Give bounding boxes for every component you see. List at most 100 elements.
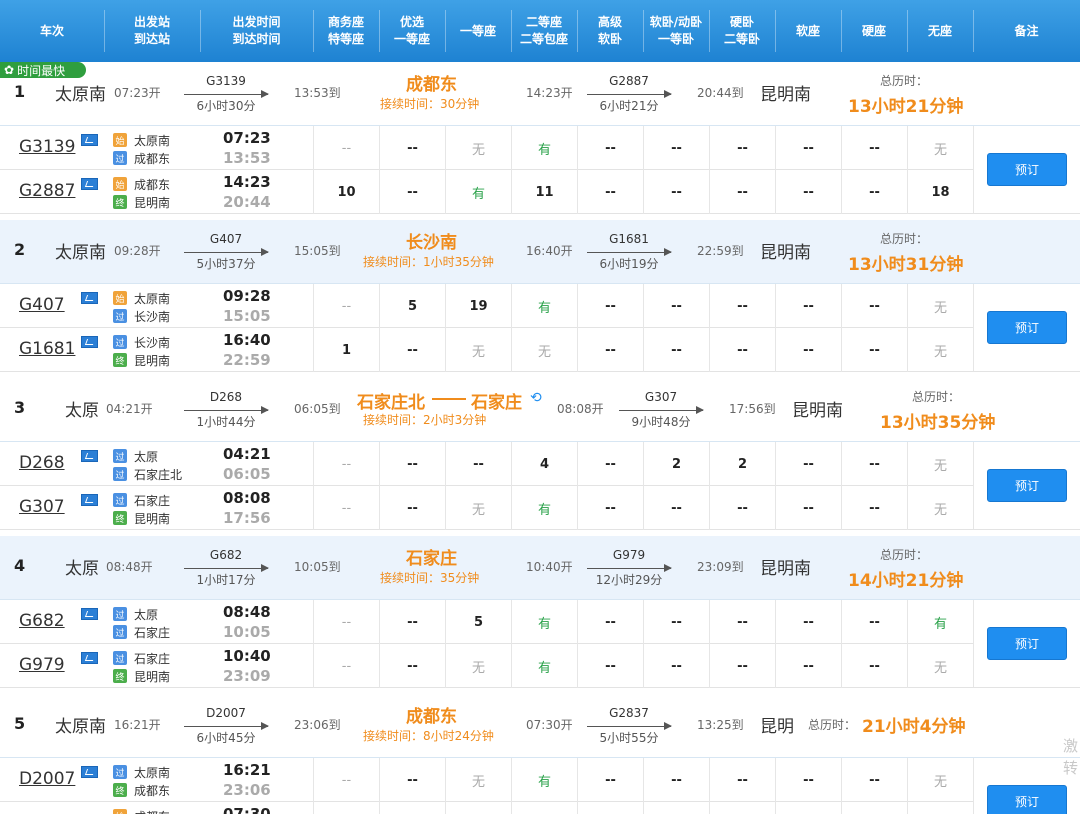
to-station: 昆明南 — [760, 85, 811, 105]
seat-availability: -- — [775, 284, 841, 328]
header-col-4: 优选 一等座 — [379, 0, 445, 62]
seat-availability: -- — [841, 644, 907, 688]
header-col-7: 高级 软卧 — [577, 0, 643, 62]
total-label: 总历时： — [880, 548, 929, 562]
header-col-5: 一等座 — [445, 0, 511, 62]
train-info-icon[interactable] — [81, 652, 98, 664]
arrive-time: 13:53 — [223, 149, 271, 167]
train-info-icon[interactable] — [81, 134, 98, 146]
leg2-train-code: G979 — [612, 548, 646, 562]
seat-availability: -- — [643, 758, 709, 802]
seat-availability: 5 — [445, 600, 511, 644]
book-button[interactable]: 预订 — [987, 311, 1067, 344]
train-row: G307 过石家庄终昆明南 08:08 17:56 -- -- 无有 -- -- -- -- -- 无 — [0, 486, 973, 530]
book-button[interactable]: 预订 — [987, 469, 1067, 502]
train-info-icon[interactable] — [81, 450, 98, 462]
transfer-station: 长沙南 — [406, 233, 457, 253]
train-number-link[interactable]: G3139 — [19, 137, 75, 157]
train-row: G1681 过长沙南终昆明南 16:40 22:59 1 -- 无无 -- -- -- -- -- 无 — [0, 328, 973, 372]
transfer-wait: 接续时间：35分钟 — [380, 569, 479, 586]
seat-availability: 1 — [313, 328, 379, 372]
leg1-duration: 1小时17分 — [196, 573, 256, 587]
seat-availability — [577, 802, 643, 814]
train-info-icon[interactable] — [81, 494, 98, 506]
train-number-link[interactable]: G307 — [19, 497, 65, 517]
train-number-link[interactable]: G682 — [19, 611, 65, 631]
train-number-link[interactable]: G979 — [19, 655, 65, 675]
leg2-arrow: G1681 6小时19分 — [587, 232, 672, 276]
arrow-line — [587, 726, 671, 727]
train-number-link[interactable]: D268 — [19, 453, 65, 473]
seat-availability: -- — [379, 644, 445, 688]
from-station-name: 成都东 — [134, 178, 171, 192]
book-button[interactable]: 预订 — [987, 785, 1067, 814]
fastest-badge: ✿ 时间最快 — [0, 62, 86, 78]
depart-time: 08:08 — [223, 489, 271, 507]
seat-availability: -- — [445, 442, 511, 486]
switch-station-icon: ⟲ — [530, 390, 542, 406]
arrow-line — [184, 410, 268, 411]
leg2-duration: 12小时29分 — [595, 573, 663, 587]
leg2-arrive: 22:59到 — [697, 244, 744, 258]
train-number-link[interactable]: G2887 — [19, 181, 75, 201]
book-button[interactable]: 预订 — [987, 627, 1067, 660]
seat-availability: -- — [709, 126, 775, 170]
seat-availability: 有 — [511, 126, 577, 170]
from-station: 太原南 — [55, 717, 106, 737]
station-tag-icon: 过 — [113, 467, 127, 481]
book-cell: 预订 — [973, 284, 1080, 372]
seat-availability: 10 — [313, 170, 379, 214]
train-info-icon[interactable] — [81, 766, 98, 778]
header-label: 车次 — [39, 23, 64, 38]
seat-availability: 有 — [511, 284, 577, 328]
train-info-icon[interactable] — [81, 336, 98, 348]
leg1-duration: 6小时30分 — [196, 99, 256, 113]
header-sublabel: 二等包座 — [519, 32, 568, 46]
header-label: 一等座 — [459, 23, 496, 38]
leg2-arrow: G979 12小时29分 — [587, 548, 672, 592]
leg2-arrive: 13:25到 — [697, 718, 744, 732]
transfer-station-2: 石家庄 — [471, 393, 522, 413]
transfer-wait-value: 8小时24分钟 — [423, 729, 494, 743]
arrow-line — [587, 568, 671, 569]
arrow-line — [184, 568, 268, 569]
transfer-wait: 接续时间：8小时24分钟 — [363, 727, 494, 744]
header-divider — [973, 10, 974, 52]
train-info-icon[interactable] — [81, 608, 98, 620]
seat-availability: 19 — [445, 284, 511, 328]
total-duration: 21小时4分钟 — [862, 717, 966, 737]
seat-availability: 无 — [907, 328, 973, 372]
seat-availability: -- — [709, 644, 775, 688]
header-label: 出发站 — [133, 15, 170, 29]
transfer-wait-label: 接续时间： — [363, 413, 424, 427]
train-number-link[interactable]: G407 — [19, 295, 65, 315]
header-divider — [445, 10, 446, 52]
arrow-line — [184, 726, 268, 727]
arrive-time: 06:05 — [223, 465, 271, 483]
header-label: 二等座 — [525, 15, 562, 29]
total-duration: 14小时21分钟 — [848, 571, 964, 591]
station-tag-icon: 始 — [113, 809, 127, 814]
train-number-link[interactable]: D2007 — [19, 769, 75, 789]
to-station-name: 昆明南 — [134, 196, 171, 210]
from-station: 太原 — [65, 401, 99, 421]
seat-availability: -- — [577, 758, 643, 802]
header-divider — [379, 10, 380, 52]
seat-availability: -- — [775, 170, 841, 214]
seat-availability: -- — [313, 758, 379, 802]
seat-availability: 无 — [907, 442, 973, 486]
transfer-wait-label: 接续时间： — [363, 729, 424, 743]
leg1-arrow: D2007 6小时45分 — [184, 706, 269, 750]
to-station-name: 昆明南 — [134, 512, 171, 526]
from-station-name: 成都东 — [134, 808, 170, 814]
book-button[interactable]: 预订 — [987, 153, 1067, 186]
from-station-name: 石家庄 — [134, 494, 171, 508]
to-station-name: 石家庄 — [134, 626, 171, 640]
to-station: 昆明 — [760, 717, 794, 737]
arrive-time: 20:44 — [223, 193, 271, 211]
station-tag-icon: 过 — [113, 309, 127, 323]
train-info-icon[interactable] — [81, 292, 98, 304]
train-info-icon[interactable] — [81, 178, 98, 190]
train-number-link[interactable]: G1681 — [19, 339, 75, 359]
to-station-name: 成都东 — [134, 784, 171, 798]
